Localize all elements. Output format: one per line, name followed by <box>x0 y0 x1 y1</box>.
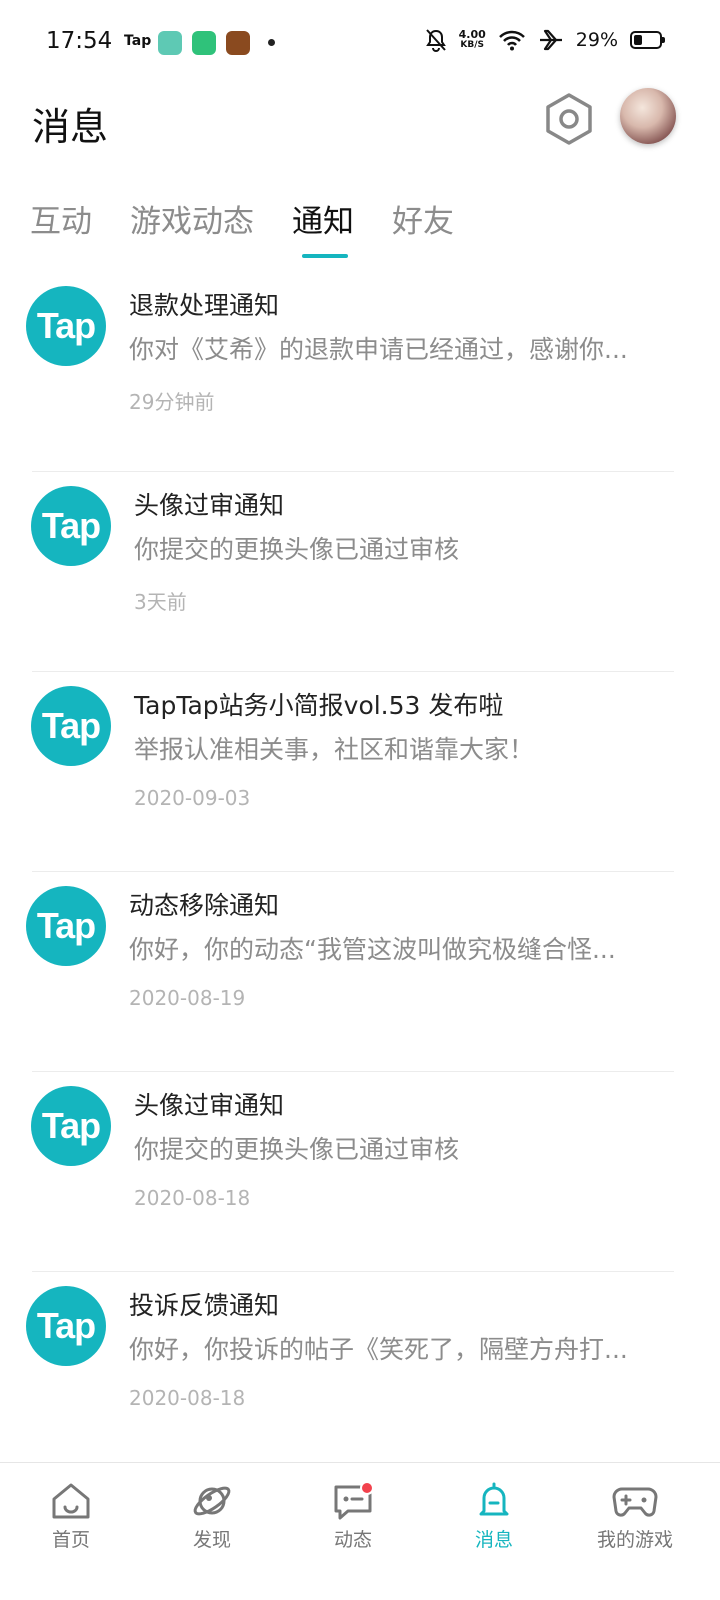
notice-body: 你好，你的动态“我管这波叫做究极缝合怪... <box>129 935 616 964</box>
nav-messages[interactable]: 消息 <box>439 1481 549 1552</box>
taptap-logo: Tap <box>31 1086 111 1166</box>
active-tab-indicator <box>302 254 348 258</box>
airplane-icon <box>539 29 562 51</box>
notice-time: 2020-08-18 <box>129 1386 246 1410</box>
app-notification-icon <box>158 31 182 55</box>
notice-time: 2020-08-19 <box>129 986 246 1010</box>
list-item[interactable]: Tap 投诉反馈通知 你好，你投诉的帖子《笑死了，隔壁方舟打... 2020-0… <box>0 1272 720 1472</box>
wifi-icon <box>498 30 525 51</box>
nav-feed-label: 动态 <box>333 1529 372 1551</box>
notice-text: 头像过审通知 你提交的更换头像已通过审核 3天前 <box>134 486 674 615</box>
taptap-notification-icon: Tap <box>124 33 152 49</box>
gamepad-icon <box>612 1487 658 1517</box>
tab-interaction[interactable]: 互动 <box>30 196 92 241</box>
settings-button[interactable] <box>544 92 594 146</box>
notice-time: 2020-09-03 <box>134 786 251 810</box>
nav-home-label: 首页 <box>51 1529 90 1551</box>
notice-title: 头像过审通知 <box>134 491 285 520</box>
notice-text: 头像过审通知 你提交的更换头像已通过审核 2020-08-18 <box>134 1086 674 1210</box>
hexagon-gear-icon <box>546 93 592 145</box>
planet-icon <box>193 1486 231 1516</box>
notice-title: 投诉反馈通知 <box>129 1291 280 1320</box>
notice-title: 头像过审通知 <box>134 1091 285 1120</box>
more-notifications-dot <box>268 39 275 46</box>
status-bar: 17:54 Tap 4.00 KB/S 29% <box>0 0 720 86</box>
notice-title: 动态移除通知 <box>129 891 280 920</box>
list-item[interactable]: Tap TapTap站务小简报vol.53 发布啦 举报认准相关事，社区和谐靠大… <box>0 672 720 872</box>
notice-text: 动态移除通知 你好，你的动态“我管这波叫做究极缝合怪... 2020-08-19 <box>129 886 674 1010</box>
bell-icon <box>479 1482 509 1516</box>
taptap-logo: Tap <box>26 886 106 966</box>
taptap-logo: Tap <box>26 1286 106 1366</box>
tab-bar: 互动 游戏动态 通知 好友 <box>30 196 492 241</box>
list-item[interactable]: Tap 头像过审通知 你提交的更换头像已通过审核 2020-08-18 <box>0 1072 720 1272</box>
notice-body: 举报认准相关事，社区和谐靠大家！ <box>134 735 535 764</box>
notice-time: 2020-08-18 <box>134 1186 251 1210</box>
notice-time: 29分钟前 <box>129 390 215 414</box>
game-notification-icon <box>226 31 250 55</box>
nav-my-games-label: 我的游戏 <box>596 1529 673 1551</box>
nav-discover[interactable]: 发现 <box>157 1481 267 1552</box>
bottom-nav: 首页 发现 动态 消息 我的游戏 <box>0 1462 720 1600</box>
list-item[interactable]: Tap 退款处理通知 你对《艾希》的退款申请已经通过，感谢你... 29分钟前 <box>0 272 720 472</box>
notice-text: 退款处理通知 你对《艾希》的退款申请已经通过，感谢你... 29分钟前 <box>129 286 674 415</box>
bell-muted-icon <box>425 29 446 52</box>
avatar[interactable] <box>620 88 676 144</box>
page-title: 消息 <box>32 105 109 149</box>
taptap-logo: Tap <box>26 286 106 366</box>
list-item[interactable]: Tap 头像过审通知 你提交的更换头像已通过审核 3天前 <box>0 472 720 672</box>
notice-body: 你提交的更换头像已通过审核 <box>134 1135 460 1164</box>
notice-title: TapTap站务小简报vol.53 发布啦 <box>134 691 504 720</box>
nav-feed[interactable]: 动态 <box>298 1481 408 1552</box>
notice-body: 你好，你投诉的帖子《笑死了，隔壁方舟打... <box>129 1335 628 1364</box>
notice-body: 你提交的更换头像已通过审核 <box>134 535 460 564</box>
unread-badge <box>360 1481 374 1495</box>
tab-friends[interactable]: 好友 <box>392 196 454 241</box>
battery-percent: 29% <box>575 29 618 51</box>
notice-text: TapTap站务小简报vol.53 发布啦 举报认准相关事，社区和谐靠大家！ 2… <box>134 686 674 810</box>
nav-discover-label: 发现 <box>192 1529 231 1551</box>
net-speed-unit: KB/S <box>460 40 484 50</box>
taptap-logo: Tap <box>31 686 111 766</box>
notice-title: 退款处理通知 <box>129 291 280 320</box>
nav-my-games[interactable]: 我的游戏 <box>580 1481 690 1552</box>
notice-list: Tap 退款处理通知 你对《艾希》的退款申请已经通过，感谢你... 29分钟前 … <box>0 272 720 1472</box>
taptap-logo: Tap <box>31 486 111 566</box>
tab-notifications[interactable]: 通知 <box>292 196 354 241</box>
nav-messages-label: 消息 <box>474 1529 513 1551</box>
list-item[interactable]: Tap 动态移除通知 你好，你的动态“我管这波叫做究极缝合怪... 2020-0… <box>0 872 720 1072</box>
notice-time: 3天前 <box>134 590 187 614</box>
network-speed: 4.00 KB/S <box>459 29 486 51</box>
app-notification-icon <box>192 31 216 55</box>
tab-game-updates[interactable]: 游戏动态 <box>130 196 254 241</box>
notice-text: 投诉反馈通知 你好，你投诉的帖子《笑死了，隔壁方舟打... 2020-08-18 <box>129 1286 674 1410</box>
notice-body: 你对《艾希》的退款申请已经通过，感谢你... <box>129 335 628 364</box>
net-speed-value: 4.00 <box>458 28 486 41</box>
battery-icon <box>630 31 665 49</box>
home-icon <box>52 1483 90 1519</box>
status-time: 17:54 <box>46 28 113 54</box>
nav-home[interactable]: 首页 <box>16 1481 126 1552</box>
